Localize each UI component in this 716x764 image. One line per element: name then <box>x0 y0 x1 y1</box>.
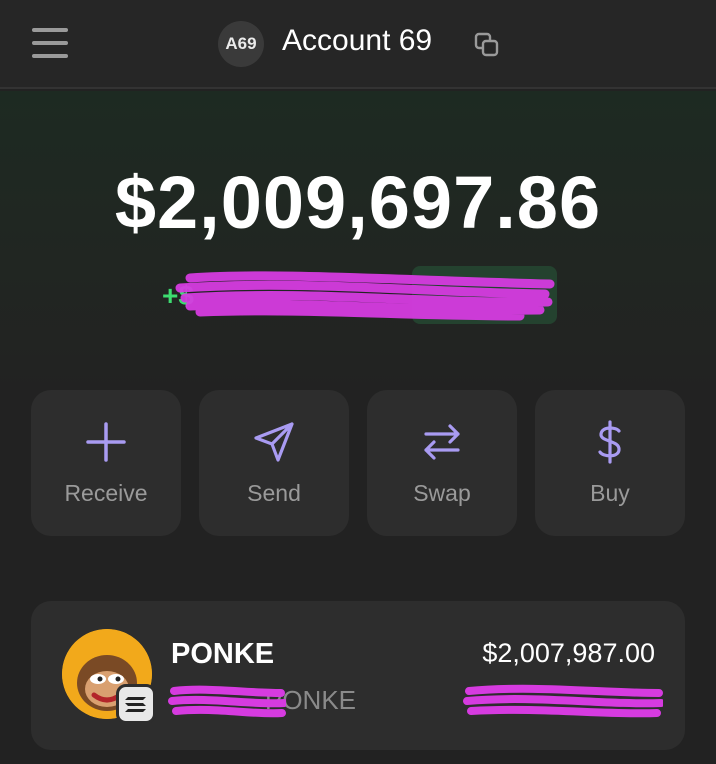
buy-label: Buy <box>590 480 630 506</box>
dollar-icon <box>598 420 621 464</box>
account-avatar[interactable]: A69 <box>218 21 264 67</box>
solana-icon <box>116 684 156 724</box>
plus-icon <box>86 422 126 462</box>
balance-change-amount: +$ <box>162 280 194 311</box>
balance-section <box>0 91 716 401</box>
send-button[interactable]: Send <box>199 390 349 536</box>
swap-button[interactable]: Swap <box>367 390 517 536</box>
token-amount-unit: PONKE <box>264 685 357 715</box>
receive-label: Receive <box>64 480 148 506</box>
send-icon <box>254 422 294 462</box>
receive-button[interactable]: Receive <box>31 390 181 536</box>
action-buttons: Receive Send Swap Buy <box>31 390 686 536</box>
account-name[interactable]: Account 69 <box>282 24 432 58</box>
balance-change: +$ <box>160 266 560 324</box>
total-balance: $2,009,697.86 <box>114 161 602 244</box>
buy-button[interactable]: Buy <box>535 390 685 536</box>
swap-label: Swap <box>413 480 471 506</box>
send-label: Send <box>247 480 301 506</box>
token-amount: 2,013,4 PONKE <box>171 685 356 716</box>
balance-change-percent-pill <box>412 266 557 324</box>
top-bar: A69 Account 69 <box>0 0 716 89</box>
token-row-ponke[interactable]: PONKE 2,013,4 PONKE $2,007,987.00 <box>31 601 685 750</box>
token-value: $2,007,987.00 <box>482 638 655 668</box>
redaction-scribble <box>463 684 663 718</box>
hamburger-menu-icon[interactable] <box>32 28 68 58</box>
copy-icon[interactable] <box>474 32 500 58</box>
swap-icon <box>424 424 460 460</box>
token-name: PONKE <box>171 638 275 670</box>
